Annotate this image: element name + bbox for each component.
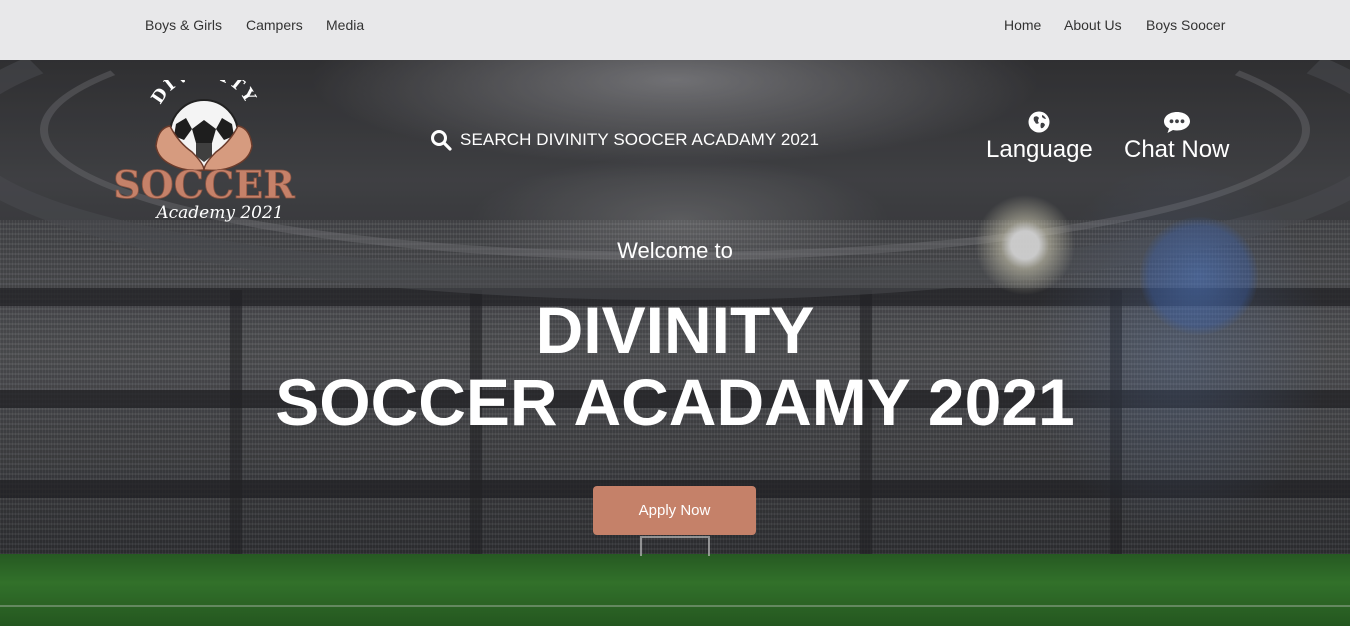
language-label: Language [986,136,1093,163]
language-selector[interactable]: Language [986,110,1093,164]
welcome-text: Welcome to [617,238,733,263]
svg-text:SOCCER: SOCCER [113,162,295,207]
hero-section: DIVINITY SOCCER Academy 2021 SEARCH DIVI… [0,60,1350,626]
search-label: SEARCH DIVINITY SOOCER ACADAMY 2021 [460,130,820,149]
top-navigation: Boys & Girls Campers Media Home About Us… [0,0,1350,60]
chat-now-button[interactable]: Chat Now [1124,110,1229,164]
nav-link-boys-girls[interactable]: Boys & Girls [145,17,222,33]
nav-link-campers[interactable]: Campers [246,17,303,33]
hero-title: DIVINITY SOCCER ACADAMY 2021 [0,294,1350,438]
globe-icon [1028,111,1050,133]
hero-title-line-1: DIVINITY [535,293,815,367]
nav-link-about-us[interactable]: About Us [1064,17,1122,33]
nav-link-home[interactable]: Home [1004,17,1041,33]
apply-now-button[interactable]: Apply Now [593,486,756,535]
hero-title-line-2: SOCCER ACADAMY 2021 [275,365,1075,439]
site-search[interactable]: SEARCH DIVINITY SOOCER ACADAMY 2021 [430,128,819,152]
academy-logo[interactable]: DIVINITY SOCCER Academy 2021 [100,62,310,230]
chat-bubble-icon [1163,112,1190,133]
nav-link-boys-soccer[interactable]: Boys Soocer [1146,17,1225,33]
chat-now-label: Chat Now [1124,136,1230,163]
soccer-ball-hands-logo-icon: DIVINITY SOCCER Academy 2021 [113,62,296,223]
nav-link-media[interactable]: Media [326,17,364,33]
svg-text:Academy 2021: Academy 2021 [154,203,283,223]
search-icon [431,130,452,151]
